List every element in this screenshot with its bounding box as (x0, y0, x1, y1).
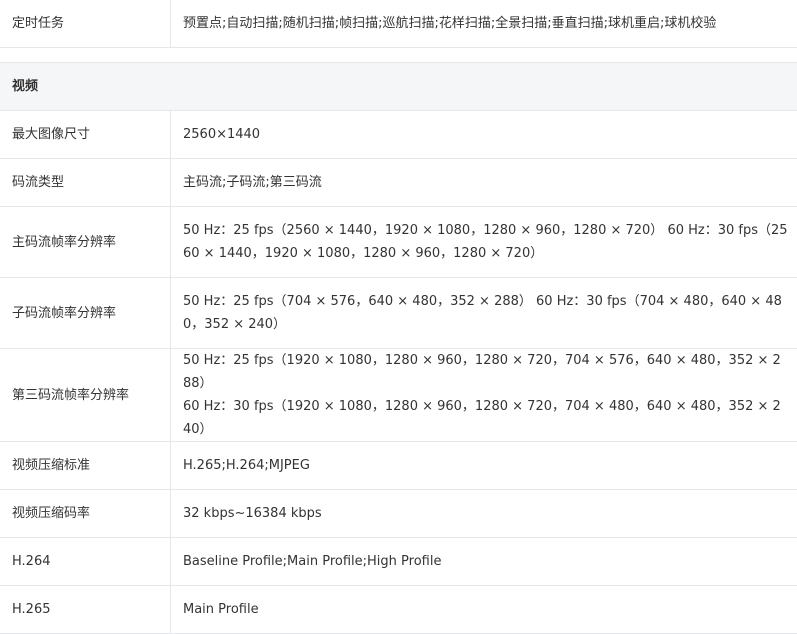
spec-label: 最大图像尺寸 (0, 111, 171, 159)
spec-label: 主码流帧率分辨率 (0, 207, 171, 278)
spec-value-line: 50 Hz：25 fps（1920 × 1080，1280 × 960，1280… (183, 349, 789, 395)
spec-value: 2560×1440 (171, 111, 797, 159)
spec-label: 视频压缩标准 (0, 442, 171, 490)
spec-label: 第三码流帧率分辨率 (0, 349, 171, 442)
spec-row-max-image-size: 最大图像尺寸 2560×1440 (0, 111, 797, 159)
spec-label: H.264 (0, 538, 171, 586)
spec-value: 50 Hz：25 fps（1920 × 1080，1280 × 960，1280… (171, 349, 797, 442)
spec-value: 50 Hz：25 fps（704 × 576，640 × 480，352 × 2… (171, 278, 797, 349)
spec-value: H.265;H.264;MJPEG (171, 442, 797, 490)
section-title: 视频 (0, 63, 797, 111)
spec-label: 码流类型 (0, 159, 171, 207)
spec-row-video-compression: 视频压缩标准 H.265;H.264;MJPEG (0, 442, 797, 490)
spec-row-h264: H.264 Baseline Profile;Main Profile;High… (0, 538, 797, 586)
spec-row-video-bitrate: 视频压缩码率 32 kbps~16384 kbps (0, 490, 797, 538)
spec-value: Baseline Profile;Main Profile;High Profi… (171, 538, 797, 586)
spec-label: 定时任务 (0, 0, 171, 48)
spec-label: 视频压缩码率 (0, 490, 171, 538)
spec-value: 32 kbps~16384 kbps (171, 490, 797, 538)
spec-row-sub-stream-resolution: 子码流帧率分辨率 50 Hz：25 fps（704 × 576，640 × 48… (0, 278, 797, 349)
spec-value: 预置点;自动扫描;随机扫描;帧扫描;巡航扫描;花样扫描;全景扫描;垂直扫描;球机… (171, 0, 797, 48)
spec-value-line: 60 Hz：30 fps（1920 × 1080，1280 × 960，1280… (183, 395, 789, 441)
spec-table: 定时任务 预置点;自动扫描;随机扫描;帧扫描;巡航扫描;花样扫描;全景扫描;垂直… (0, 0, 797, 634)
spec-row-main-stream-resolution: 主码流帧率分辨率 50 Hz：25 fps（2560 × 1440，1920 ×… (0, 207, 797, 278)
section-header-video: 视频 (0, 63, 797, 111)
spec-value: 主码流;子码流;第三码流 (171, 159, 797, 207)
spec-row-third-stream-resolution: 第三码流帧率分辨率 50 Hz：25 fps（1920 × 1080，1280 … (0, 349, 797, 442)
section-spacer (0, 48, 797, 63)
spec-row-scheduled-task: 定时任务 预置点;自动扫描;随机扫描;帧扫描;巡航扫描;花样扫描;全景扫描;垂直… (0, 0, 797, 48)
spec-value: 50 Hz：25 fps（2560 × 1440，1920 × 1080，128… (171, 207, 797, 278)
spec-row-stream-type: 码流类型 主码流;子码流;第三码流 (0, 159, 797, 207)
spec-label: 子码流帧率分辨率 (0, 278, 171, 349)
